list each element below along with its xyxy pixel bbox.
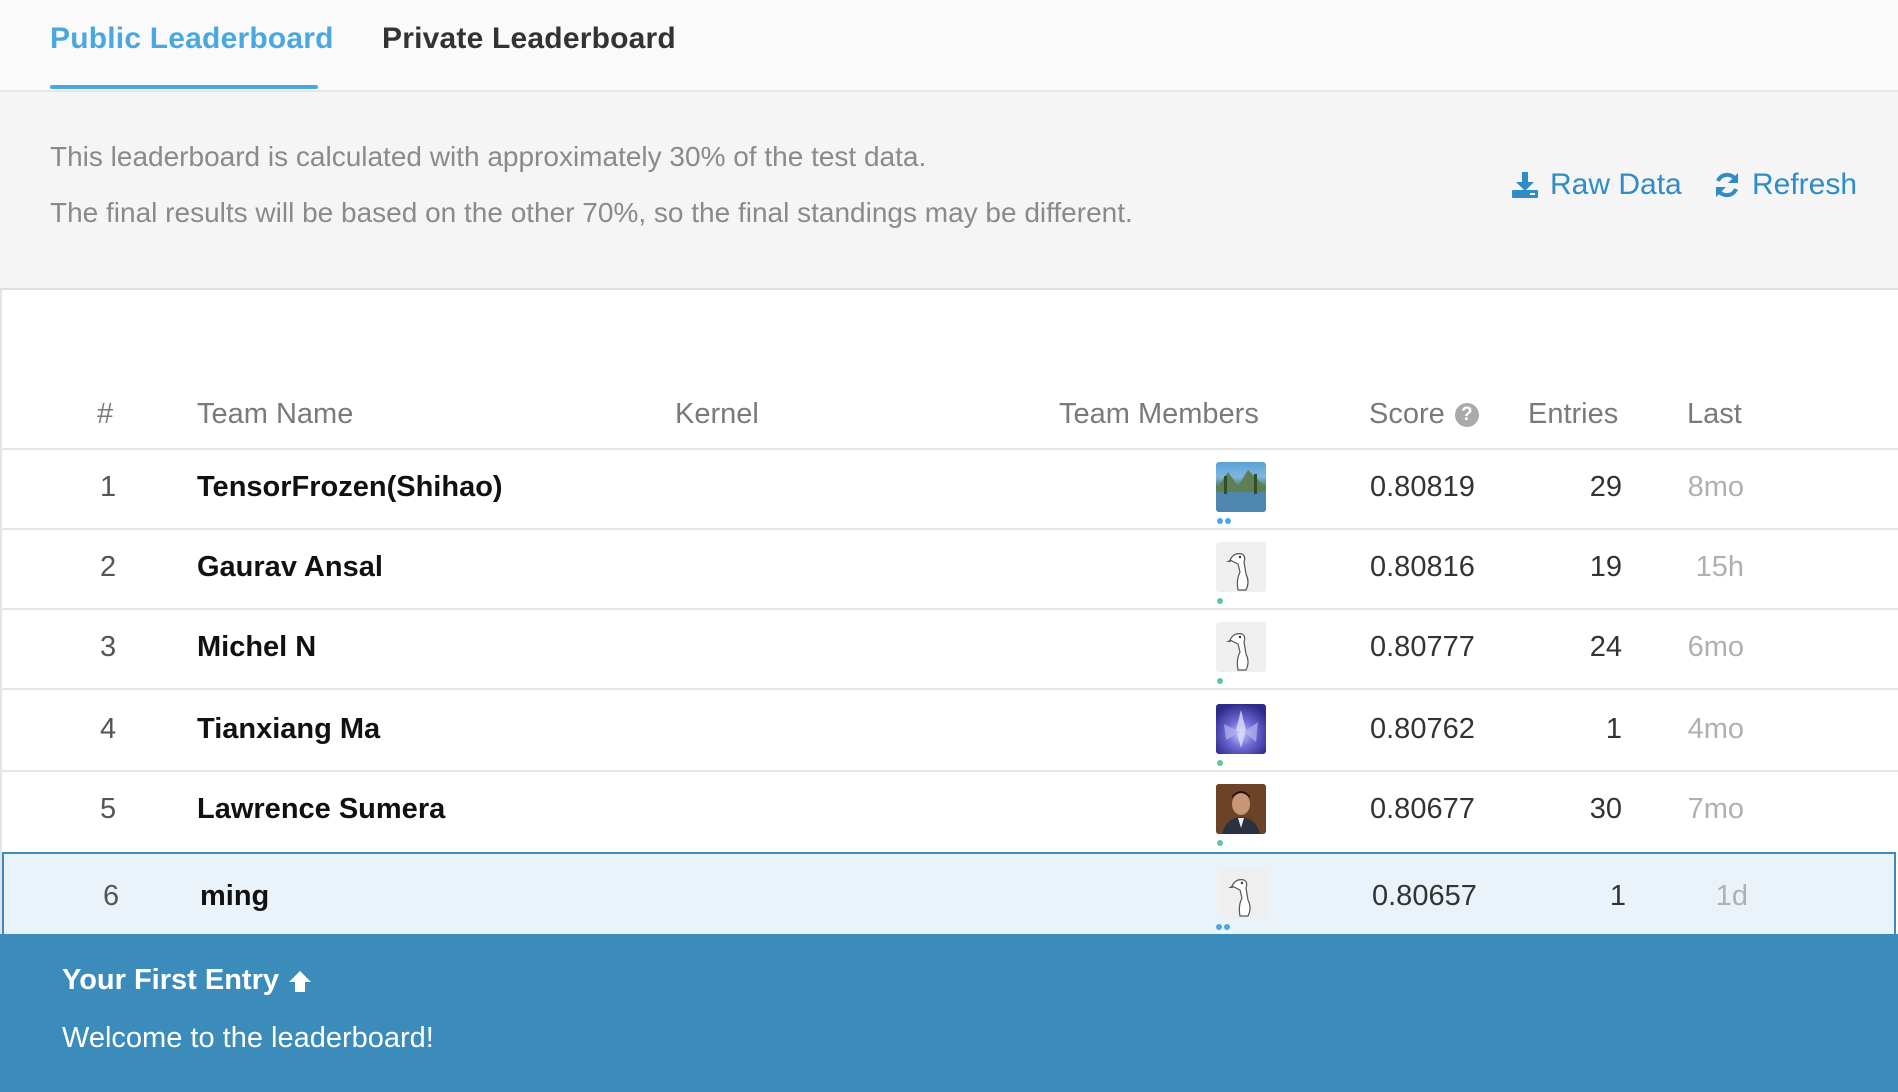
member-dots bbox=[1217, 598, 1223, 604]
team-member-avatar[interactable] bbox=[1216, 704, 1266, 754]
table-row[interactable]: 3 Michel N 0.80777 24 6mo bbox=[0, 610, 1898, 690]
member-dots bbox=[1216, 924, 1230, 930]
member-dots bbox=[1217, 760, 1223, 766]
leaderboard-tabs: Public Leaderboard Private Leaderboard bbox=[0, 0, 1898, 92]
landscape-icon bbox=[1216, 470, 1266, 512]
info-text-line-1: This leaderboard is calculated with appr… bbox=[50, 141, 927, 172]
row-last: 4mo bbox=[1687, 713, 1744, 745]
download-icon bbox=[1512, 172, 1538, 198]
row-score: 0.80677 bbox=[1370, 793, 1475, 825]
raw-data-label: Raw Data bbox=[1550, 168, 1682, 201]
tab-private-leaderboard[interactable]: Private Leaderboard bbox=[382, 22, 676, 56]
tab-public-leaderboard[interactable]: Public Leaderboard bbox=[50, 22, 334, 56]
header-score: Score ? bbox=[1369, 398, 1479, 431]
row-team-name[interactable]: Michel N bbox=[197, 631, 316, 664]
row-entries: 24 bbox=[1589, 631, 1622, 663]
table-header: # Team Name Kernel Team Members Score ? … bbox=[0, 388, 1898, 450]
crystal-icon bbox=[1224, 710, 1258, 748]
row-last: 1d bbox=[1715, 880, 1748, 912]
header-team-members: Team Members bbox=[1059, 398, 1259, 430]
banner-title-text: Your First Entry bbox=[62, 964, 279, 996]
row-score: 0.80762 bbox=[1370, 713, 1475, 745]
row-entries: 30 bbox=[1589, 793, 1622, 825]
row-entries: 19 bbox=[1589, 551, 1622, 583]
header-entries: Entries bbox=[1528, 398, 1619, 430]
arrow-up-icon bbox=[289, 970, 311, 992]
row-entries: 1 bbox=[1605, 713, 1622, 745]
leaderboard-info-panel: This leaderboard is calculated with appr… bbox=[0, 92, 1898, 290]
team-member-avatar[interactable] bbox=[1216, 784, 1266, 834]
banner-title: Your First Entry bbox=[62, 964, 313, 997]
table-row[interactable]: 4 Tianxiang Ma 0.80762 1 4mo bbox=[0, 692, 1898, 772]
row-score: 0.80819 bbox=[1370, 471, 1475, 503]
table-row[interactable]: 5 Lawrence Sumera 0.80677 30 7mo bbox=[0, 772, 1898, 850]
header-score-label: Score bbox=[1369, 398, 1445, 430]
row-rank: 1 bbox=[100, 471, 117, 503]
header-team-name: Team Name bbox=[197, 398, 354, 430]
row-rank: 5 bbox=[100, 793, 117, 825]
row-rank: 3 bbox=[100, 631, 117, 663]
refresh-label: Refresh bbox=[1752, 168, 1858, 201]
info-text-line-2: The final results will be based on the o… bbox=[50, 197, 1133, 228]
goose-icon bbox=[1228, 879, 1251, 917]
table-row[interactable]: 2 Gaurav Ansal 0.80816 19 15h bbox=[0, 530, 1898, 610]
active-tab-indicator bbox=[50, 85, 318, 89]
my-team-row[interactable]: 6 ming 0.80657 1 1d bbox=[2, 852, 1896, 936]
table-row[interactable]: 1 TensorFrozen(Shihao) 0.80819 29 8mo bbox=[0, 450, 1898, 530]
team-member-avatar[interactable] bbox=[1216, 462, 1266, 512]
goose-icon bbox=[1226, 633, 1249, 671]
goose-icon bbox=[1226, 553, 1249, 591]
header-last: Last bbox=[1687, 398, 1742, 430]
refresh-icon bbox=[1716, 172, 1738, 198]
row-team-name[interactable]: ming bbox=[200, 880, 269, 913]
row-score: 0.80777 bbox=[1370, 631, 1475, 663]
row-score: 0.80657 bbox=[1372, 880, 1477, 912]
member-dots bbox=[1217, 518, 1231, 524]
team-member-avatar[interactable] bbox=[1216, 622, 1266, 672]
row-last: 15h bbox=[1695, 551, 1744, 583]
team-member-avatar[interactable] bbox=[1218, 868, 1268, 918]
row-team-name[interactable]: Lawrence Sumera bbox=[197, 793, 445, 826]
member-dots bbox=[1217, 840, 1223, 846]
row-entries: 1 bbox=[1609, 880, 1626, 912]
row-last: 7mo bbox=[1687, 793, 1744, 825]
refresh-button[interactable]: Refresh bbox=[1712, 168, 1857, 202]
row-team-name[interactable]: TensorFrozen(Shihao) bbox=[197, 471, 503, 504]
row-last: 8mo bbox=[1687, 471, 1744, 503]
header-kernel: Kernel bbox=[675, 398, 759, 430]
row-team-name[interactable]: Tianxiang Ma bbox=[197, 713, 380, 746]
first-entry-banner: Your First Entry Welcome to the leaderbo… bbox=[0, 934, 1898, 1092]
help-icon[interactable]: ? bbox=[1454, 402, 1479, 427]
raw-data-button[interactable]: Raw Data bbox=[1510, 168, 1682, 202]
row-entries: 29 bbox=[1589, 471, 1622, 503]
row-rank: 2 bbox=[100, 551, 117, 583]
row-last: 6mo bbox=[1687, 631, 1744, 663]
member-dots bbox=[1217, 678, 1223, 684]
banner-message: Welcome to the leaderboard! bbox=[62, 1022, 434, 1054]
row-team-name[interactable]: Gaurav Ansal bbox=[197, 551, 383, 584]
row-rank: 6 bbox=[103, 880, 120, 912]
person-photo-icon bbox=[1216, 784, 1266, 834]
row-rank: 4 bbox=[100, 713, 117, 745]
team-member-avatar[interactable] bbox=[1216, 542, 1266, 592]
row-score: 0.80816 bbox=[1370, 551, 1475, 583]
header-rank: # bbox=[97, 398, 114, 430]
